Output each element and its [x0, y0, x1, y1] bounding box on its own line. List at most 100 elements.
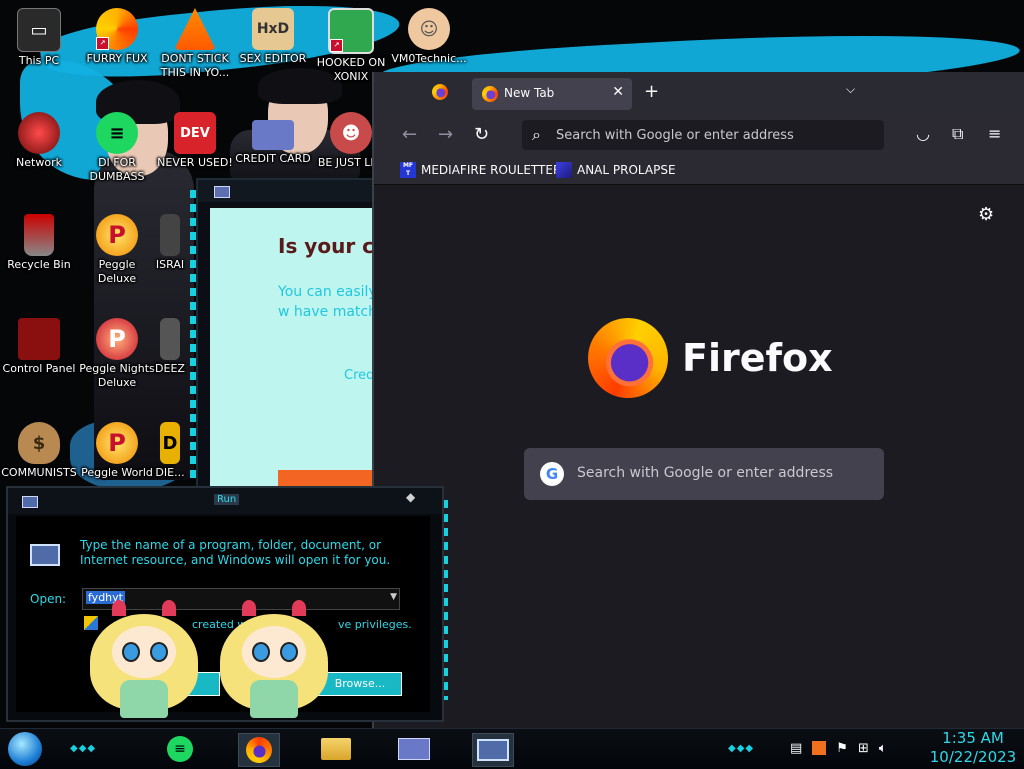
mediafire-favicon-icon: MF T: [400, 162, 416, 178]
webpage-content: Is your cre You can easily here and we w…: [210, 208, 376, 490]
volume-icon[interactable]: 🔈︎: [879, 741, 887, 756]
bookmark-mediafire-rouletter[interactable]: MF T MEDIAFIRE ROULETTER: [400, 161, 561, 179]
search-icon: ⌕: [532, 125, 541, 144]
desktop-icon-furry-fux[interactable]: ↗ FURRY FUX: [78, 8, 156, 66]
url-placeholder: Search with Google or enter address: [556, 128, 794, 143]
url-bar[interactable]: ⌕ Search with Google or enter address: [522, 120, 884, 150]
vlc-cone-icon: [174, 8, 216, 50]
desktop-icon-credit-card[interactable]: CREDIT CARD: [234, 112, 312, 166]
page-link[interactable]: Cred: [344, 368, 374, 383]
taskbar-firefox[interactable]: [238, 733, 280, 767]
tab-title: New Tab: [504, 86, 555, 100]
run-program-icon: [30, 544, 60, 566]
bookmark-label: MEDIAFIRE ROULETTER: [421, 163, 562, 177]
taskbar-run-dialog[interactable]: [472, 733, 514, 767]
firefox-icon: ↗: [96, 8, 138, 50]
newtab-search-box[interactable]: G Search with Google or enter address: [524, 448, 884, 500]
desktop-icon-never-used[interactable]: DEV NEVER USED!: [156, 112, 234, 170]
run-window-icon: [22, 496, 38, 508]
hxd-editor-icon: HxD: [252, 8, 294, 50]
start-button[interactable]: [8, 732, 42, 766]
clock-date: 10/22/2023: [929, 748, 1017, 766]
search-placeholder: Search with Google or enter address: [577, 465, 834, 481]
dev-cpp-icon: DEV: [174, 112, 216, 154]
clock-time: 1:35 AM: [942, 729, 1004, 747]
gear-icon[interactable]: ⚙: [978, 204, 994, 225]
new-tab-button[interactable]: +: [644, 81, 659, 102]
extensions-icon[interactable]: ⧉: [952, 124, 963, 144]
page-body-text: You can easily here and we w have match …: [278, 284, 376, 320]
game-box-icon: D: [160, 422, 180, 464]
close-icon[interactable]: ◆: [406, 490, 415, 504]
firefox-favicon-icon: [482, 86, 498, 102]
taskbar-credit-card-window[interactable]: [394, 733, 434, 765]
network-globe-icon: [18, 112, 60, 154]
menu-hamburger-icon[interactable]: ≡: [988, 124, 1001, 143]
tab-new-tab[interactable]: New Tab ✕: [472, 78, 632, 110]
document-icon: [160, 318, 180, 360]
firefox-tab-icon[interactable]: [432, 84, 448, 100]
computer-icon: ▭: [17, 8, 61, 52]
firefox-icon: [246, 737, 272, 763]
credit-card-icon: [252, 120, 294, 150]
desktop-icon-sex-editor[interactable]: HxD SEX EDITOR: [234, 8, 312, 66]
taskbar-file-explorer[interactable]: [316, 733, 356, 765]
peggle-icon: P: [96, 214, 138, 256]
desktop-icon-vm0technic[interactable]: ☺ VM0Technic...: [390, 8, 468, 66]
desktop-icon-communists[interactable]: $ COMMUNISTS: [0, 422, 78, 480]
firefox-wordmark: Firefox: [682, 336, 833, 380]
run-title: Run: [214, 494, 240, 505]
page-heading: Is your cre: [278, 234, 376, 258]
taskbar: ◆◆◆ ≡ ◆◆◆ ▤ ⚑ ⊞ 🔈︎ 1:35 AM 10/22/2023: [0, 728, 1024, 769]
clock[interactable]: 1:35 AM 10/22/2023: [928, 729, 1018, 767]
forward-arrow-icon[interactable]: →: [438, 124, 453, 145]
folder-icon: [321, 738, 351, 760]
cartoon-face-icon: ☻: [330, 112, 372, 154]
window-icon: [214, 186, 230, 198]
desktop-icon-dont-stick[interactable]: DONT STICK THIS IN YO...: [156, 8, 234, 80]
desktop-icon-recycle-bin[interactable]: Recycle Bin: [0, 214, 78, 272]
privilege-text-fragment: ve privileges.: [338, 618, 412, 631]
bookmark-label: ANAL PROLAPSE: [577, 163, 676, 177]
desktop-icon-this-pc[interactable]: ▭ This PC: [0, 8, 78, 68]
run-description: Type the name of a program, folder, docu…: [80, 538, 391, 567]
network-icon[interactable]: ⊞: [858, 741, 869, 756]
background-browser-window[interactable]: Is your cre You can easily here and we w…: [196, 178, 378, 492]
cartoon-sticker: [220, 600, 328, 720]
firefox-logo-icon: [588, 318, 668, 398]
tab-bar: New Tab ✕ + ⌵: [374, 72, 1024, 114]
show-hidden-icons-icon[interactable]: ▤: [790, 741, 802, 756]
document-icon: [160, 214, 180, 256]
window-icon: [398, 738, 430, 760]
bookmark-anal-prolapse[interactable]: ANAL PROLAPSE: [556, 161, 676, 179]
tab-list-chevron-icon[interactable]: ⌵: [846, 82, 855, 97]
app-tray-icon[interactable]: [812, 741, 827, 755]
chevron-down-icon[interactable]: ▼: [390, 592, 397, 602]
pocket-icon[interactable]: ◡: [916, 124, 930, 143]
desktop-icon-di-for-dumbass[interactable]: ≡ DI FOR DUMBASS: [78, 112, 156, 184]
firefox-window[interactable]: New Tab ✕ + ⌵ ← → ↻ ⌕ Search with Google…: [372, 72, 1024, 728]
system-tray: ▤ ⚑ ⊞ 🔈︎: [790, 741, 887, 756]
back-arrow-icon[interactable]: ←: [402, 124, 417, 145]
browse-button[interactable]: Browse...: [318, 672, 402, 696]
close-tab-icon[interactable]: ✕: [612, 84, 624, 100]
google-icon: G: [540, 462, 564, 486]
firefox-logo: Firefox: [588, 318, 833, 398]
control-panel-icon: [18, 318, 60, 360]
decorative-dashes: ◆◆◆: [728, 743, 755, 754]
spotify-icon: ≡: [167, 736, 193, 762]
nav-toolbar: ← → ↻ ⌕ Search with Google or enter addr…: [374, 114, 1024, 156]
reload-icon[interactable]: ↻: [474, 124, 489, 145]
decorative-glow: [190, 190, 196, 480]
desktop-icon-control-panel[interactable]: Control Panel: [0, 318, 78, 376]
open-label: Open:: [30, 592, 67, 606]
taskbar-spotify[interactable]: ≡: [160, 733, 200, 765]
flag-icon[interactable]: ⚑: [836, 741, 848, 756]
xonix-game-icon: ↗: [328, 8, 374, 54]
bookmark-favicon-icon: [556, 162, 572, 178]
technician-person-icon: ☺: [408, 8, 450, 50]
desktop-icon-network[interactable]: Network: [0, 112, 78, 170]
run-icon: [477, 739, 509, 761]
money-bag-icon: $: [18, 422, 60, 464]
cartoon-sticker: [90, 600, 198, 720]
